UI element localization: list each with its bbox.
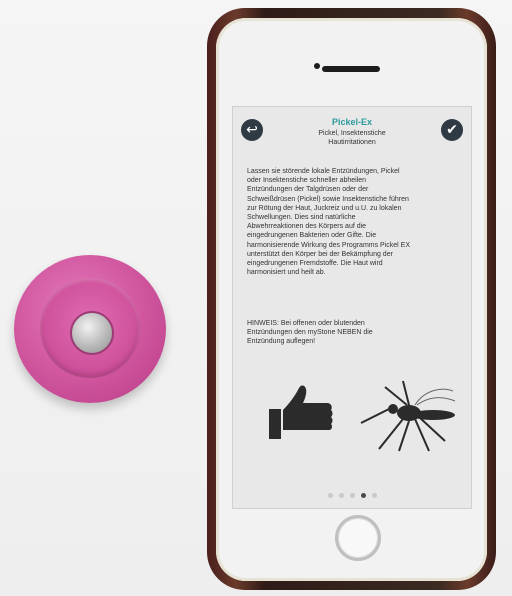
back-arrow-icon: ↩ — [246, 122, 258, 138]
page-dot-active[interactable] — [360, 493, 366, 498]
page-dot[interactable] — [338, 493, 344, 498]
home-button[interactable] — [335, 515, 381, 561]
screen-subtitle: Pickel, Insektenstiche Hautirritationen — [318, 130, 386, 146]
page-dot[interactable] — [371, 493, 377, 498]
front-camera-icon — [314, 63, 320, 69]
confirm-button[interactable]: ✔ — [441, 119, 463, 141]
device-metal-center — [70, 311, 114, 355]
thumbs-up-icon — [269, 385, 333, 439]
earpiece-speaker — [322, 66, 380, 72]
hint-text: HINWEIS: Bei offenen oder blutenden Entz… — [247, 320, 373, 346]
pink-disc-device — [14, 255, 166, 403]
screen-title: Pickel-Ex — [331, 117, 373, 127]
checkmark-icon: ✔ — [446, 122, 458, 138]
description-text: Lassen sie störende lokale Entzündungen,… — [247, 168, 411, 277]
phone-screen: ↩ Pickel-Ex Pickel, Insektenstiche Hauti… — [232, 106, 472, 509]
mosquito-icon — [360, 380, 456, 452]
page-dot[interactable] — [349, 493, 355, 498]
back-button[interactable]: ↩ — [241, 119, 263, 141]
page-indicator — [233, 493, 471, 498]
page-dot[interactable] — [327, 493, 333, 498]
